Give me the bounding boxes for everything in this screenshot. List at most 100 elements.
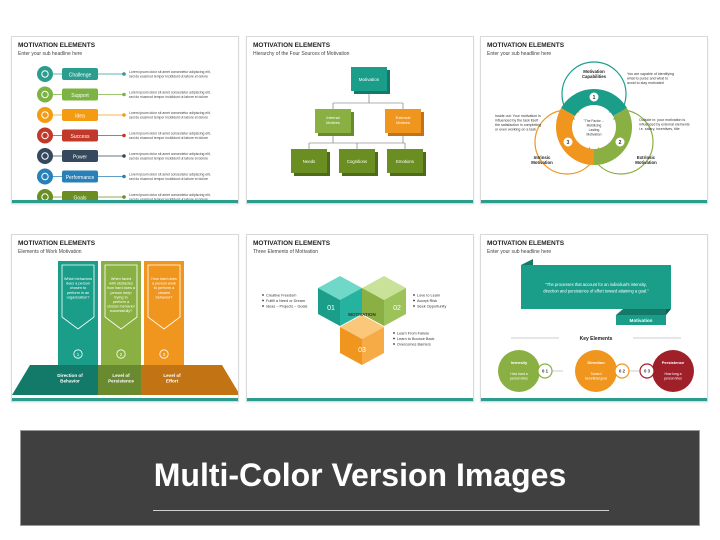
column-question: chosen behavior [107, 305, 136, 309]
outside-in-description: Outside in: your motivation is [639, 118, 685, 122]
list-item: Love to Learn [417, 293, 440, 297]
item-description: sed do eiusmod tempor incididunt ut labo… [129, 136, 208, 140]
inside-out-description: influenced by the task itself [495, 119, 538, 123]
base-label: Behavior [60, 379, 80, 384]
slide-bottom-bar [12, 398, 238, 401]
column-question: trying to [114, 295, 128, 299]
outside-in-description: i.e. salary, incentives, title [639, 127, 680, 131]
cube-number: 03 [358, 347, 366, 354]
ribbon-fold [521, 259, 533, 265]
slide-bottom-bar [481, 398, 707, 401]
column-question: How hard does [151, 277, 177, 281]
quote-text: "The processes that account for an indiv… [545, 282, 646, 287]
slide-thumbnail-5[interactable]: MOTIVATION ELEMENTS Three Elements of Mo… [246, 234, 474, 402]
inside-out-description: Inside out: Your motivation is [495, 114, 541, 118]
item-description: Lorem ipsum dolor sit amet consectetur a… [129, 91, 211, 95]
item-label: Support [71, 93, 89, 99]
list-bullet [262, 305, 264, 307]
column-question: to perform a [154, 286, 175, 290]
list-item: Learn to Bounce Back [397, 337, 434, 341]
connector-dot [122, 174, 126, 179]
slide-thumbnail-6[interactable]: MOTIVATION ELEMENTS Enter your sub headl… [480, 234, 708, 402]
inside-out-description: the satisfaction in completing [495, 123, 541, 127]
banner-underline [153, 510, 609, 511]
item-description: Lorem ipsum dolor sit amet consectetur a… [129, 132, 211, 136]
base-label: Direction of [57, 373, 83, 378]
item-label: Idea [75, 113, 85, 119]
ribbon-tail-fold [666, 309, 671, 315]
list-item: Creative Freedom [266, 293, 296, 297]
slide-bottom-bar [247, 200, 473, 203]
column-question: does a person [66, 282, 90, 286]
ribbon-tail-shadow [616, 309, 666, 315]
element-number: 0 2 [619, 369, 626, 374]
element-number: 0 1 [542, 369, 549, 374]
slide-bottom-bar [247, 398, 473, 401]
label-extrinsic: Motivation [635, 160, 657, 165]
column-question: Which behaviors [64, 277, 92, 281]
column-question: a person work [152, 282, 176, 286]
center-text: "The Factor ... [584, 119, 605, 123]
element-circle [652, 350, 694, 392]
connector-dot [122, 72, 126, 76]
item-label: Power [73, 154, 88, 160]
leaf-label: Needs [303, 159, 315, 164]
item-icon-circle [37, 148, 53, 164]
cube-number: 02 [393, 305, 401, 312]
element-description: beneficial goal [585, 376, 607, 380]
slide-thumbnail-1[interactable]: MOTIVATION ELEMENTS Enter your sub headl… [11, 36, 239, 204]
list-bullet [262, 294, 264, 296]
column-question: with obstacles [109, 282, 133, 286]
list-bullet [393, 343, 395, 345]
column-question: successfully? [110, 309, 133, 313]
number-label: 1 [593, 95, 596, 101]
element-description: person tries [510, 376, 528, 380]
mid-label: Motives [396, 120, 410, 125]
column-question: behavior? [156, 295, 173, 299]
multi-color-banner: Multi-Color Version Images [20, 430, 700, 526]
item-description: Lorem ipsum dolor sit amet consectetur a… [129, 193, 211, 197]
slide-thumbnail-2[interactable]: MOTIVATION ELEMENTS Hierarchy of the Fou… [246, 36, 474, 204]
column-question: chosen [158, 291, 170, 295]
item-label: Challenge [69, 72, 92, 78]
item-icon-circle [37, 127, 53, 144]
center-text: Mobilizing [587, 124, 602, 128]
item-icon-circle [37, 66, 53, 82]
column-question: chosen to [70, 286, 86, 290]
column-question: perform in an [67, 291, 89, 295]
slide-3-graphic: "The Factor ...MobilizingLastingMotivati… [495, 61, 690, 175]
slide-thumbnail-3[interactable]: MOTIVATION ELEMENTS Enter your sub headl… [480, 36, 708, 204]
element-circle [498, 350, 540, 392]
capabilities-description: avoid to stay motivated [627, 81, 664, 85]
cube-number: 01 [327, 305, 335, 312]
banner-title: Multi-Color Version Images [153, 457, 567, 493]
list-bullet [413, 294, 415, 296]
base-label: Level of [163, 373, 181, 378]
list-item: Accept Risk [417, 299, 437, 303]
leaf-label: Cognitions [347, 159, 367, 164]
element-name: Persistence [662, 360, 685, 365]
item-label: Performance [66, 175, 95, 181]
quote-text: direction and persistence of effort towa… [543, 289, 649, 294]
center-text: Lasting [589, 128, 600, 132]
capabilities-description: You are capable of identifying [627, 72, 674, 76]
center-text: Motivation [586, 133, 601, 137]
element-description: person tries [664, 376, 682, 380]
slide-5-graphic: 01 02 03 MOTIVATION Creative Freedom Fulfill … [262, 276, 446, 365]
center-label: MOTIVATION [348, 312, 376, 317]
outside-in-description: influenced by external elements [639, 123, 690, 127]
slide-bottom-bar [481, 200, 707, 203]
base-segment-left [12, 365, 98, 395]
quote-ribbon [521, 265, 671, 309]
item-description: sed do eiusmod tempor incididunt ut labo… [129, 116, 208, 120]
item-description: sed do eiusmod tempor incididunt ut labo… [129, 95, 208, 99]
element-name: Intensity [511, 360, 528, 365]
list-bullet [393, 337, 395, 340]
list-item: Seek Opportunity [417, 304, 446, 308]
slide-thumbnail-4[interactable]: MOTIVATION ELEMENTS Elements of Work Mot… [11, 234, 239, 402]
item-description: Lorem ipsum dolor sit amet consectetur a… [129, 111, 211, 115]
list-item: Ideas – Projects – Goals [266, 304, 307, 308]
capabilities-description: what to purse and what to [627, 77, 668, 81]
slide-6-graphic: "The processes that account for an indiv… [498, 259, 694, 392]
item-label: Success [71, 134, 90, 140]
